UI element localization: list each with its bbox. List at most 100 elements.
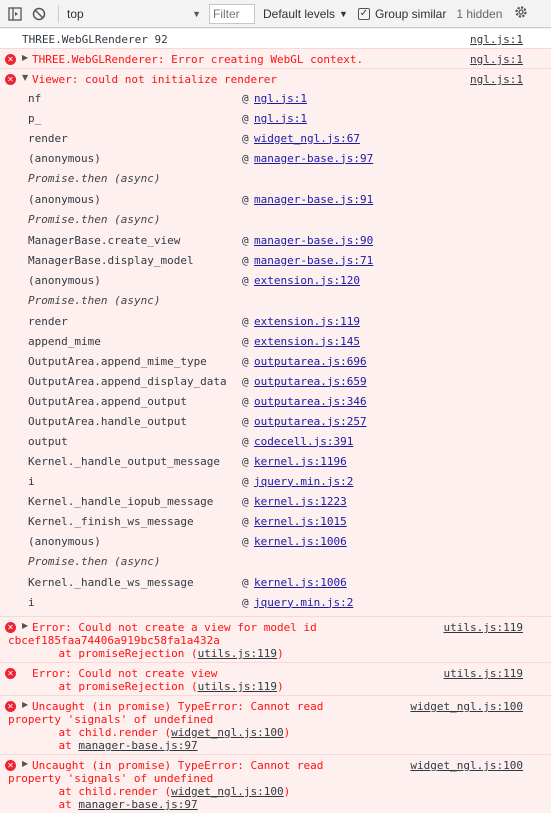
- at-symbol: @: [242, 374, 249, 388]
- source-link[interactable]: ngl.js:1: [470, 73, 523, 86]
- frame-location-link[interactable]: manager-base.js:90: [254, 234, 373, 247]
- frame-location-link[interactable]: kernel.js:1006: [254, 576, 347, 589]
- expand-triangle-icon[interactable]: ▶: [22, 621, 28, 630]
- stack-link[interactable]: widget_ngl.js:100: [171, 726, 284, 739]
- frame-location-link[interactable]: jquery.min.js:2: [254, 596, 353, 609]
- console-toolbar: top ▼ Default levels ▼ ✓ Group similar 1…: [0, 0, 551, 28]
- frame-location-link[interactable]: outputarea.js:257: [254, 415, 367, 428]
- stack-suffix: ): [277, 647, 284, 660]
- error-row: ✕ ▶ Uncaught (in promise) TypeError: Can…: [0, 695, 551, 754]
- frame-location-link[interactable]: ngl.js:1: [254, 92, 307, 105]
- frame-location-link[interactable]: extension.js:145: [254, 335, 360, 348]
- clear-console-icon[interactable]: [30, 5, 48, 23]
- frame-location-link[interactable]: outputarea.js:659: [254, 375, 367, 388]
- expand-triangle-icon[interactable]: ▶: [22, 700, 28, 709]
- log-message: THREE.WebGLRenderer 92: [22, 33, 168, 46]
- frame-location-link[interactable]: kernel.js:1223: [254, 495, 347, 508]
- error-line: Error: Could not create view: [32, 667, 218, 680]
- at-symbol: @: [242, 192, 249, 206]
- chevron-down-icon: ▼: [339, 8, 348, 19]
- stack-prefix: at promiseRejection (: [32, 647, 198, 660]
- frame-function: (anonymous): [28, 273, 101, 287]
- error-line: cbcef185faa74406a919bc58fa1a432a: [8, 634, 220, 647]
- expand-triangle-icon[interactable]: ▶: [22, 53, 28, 62]
- frame-function: OutputArea.append_mime_type: [28, 354, 207, 368]
- stack-frame: ManagerBase.create_view @ manager-base.js:…: [28, 230, 551, 250]
- frame-function: Kernel._handle_output_message: [28, 454, 221, 468]
- frame-function: (anonymous): [28, 192, 101, 206]
- error-icon: ✕: [5, 760, 16, 771]
- stack-frame: i @ jquery.min.js:2: [28, 471, 551, 491]
- frame-location-link[interactable]: outputarea.js:346: [254, 395, 367, 408]
- log-row: THREE.WebGLRenderer 92 ngl.js:1: [0, 28, 551, 48]
- frame-location-link[interactable]: extension.js:120: [254, 274, 360, 287]
- toolbar-divider: [58, 4, 59, 23]
- frame-function: OutputArea.handle_output: [28, 414, 187, 428]
- context-selector[interactable]: top ▼: [67, 7, 207, 21]
- log-levels-dropdown[interactable]: Default levels ▼: [263, 7, 348, 21]
- at-symbol: @: [242, 334, 249, 348]
- frame-function: render: [28, 314, 68, 328]
- frame-location-link[interactable]: ngl.js:1: [254, 112, 307, 125]
- frame-location-link[interactable]: jquery.min.js:2: [254, 475, 353, 488]
- frame-location-link[interactable]: manager-base.js:97: [254, 152, 373, 165]
- frame-location-link[interactable]: kernel.js:1015: [254, 515, 347, 528]
- stack-frame: Kernel._handle_output_message @ kernel.js:…: [28, 451, 551, 471]
- checkbox-checked-icon[interactable]: ✓: [357, 7, 370, 20]
- stack-frame: render @ widget_ngl.js:67: [28, 128, 551, 148]
- error-icon: ✕: [5, 74, 16, 85]
- at-symbol: @: [242, 534, 249, 548]
- at-symbol: @: [242, 454, 249, 468]
- stack-link[interactable]: manager-base.js:97: [78, 798, 197, 811]
- frame-location-link[interactable]: extension.js:119: [254, 315, 360, 328]
- sidebar-toggle-icon[interactable]: [6, 5, 24, 23]
- stack-frame: OutputArea.handle_output @ outputarea.js:2…: [28, 411, 551, 431]
- frame-location-link[interactable]: manager-base.js:71: [254, 254, 373, 267]
- error-line: property 'signals' of undefined: [8, 713, 214, 726]
- source-link[interactable]: widget_ngl.js:100: [410, 759, 523, 772]
- stack-prefix: at child.render (: [32, 785, 172, 798]
- source-link[interactable]: utils.js:119: [444, 621, 523, 634]
- at-symbol: @: [242, 151, 249, 165]
- stack-frame: (anonymous) @ manager-base.js:91: [28, 189, 551, 209]
- frame-location-link[interactable]: outputarea.js:696: [254, 355, 367, 368]
- collapse-triangle-icon[interactable]: ▼: [22, 73, 28, 82]
- frame-location-link[interactable]: manager-base.js:91: [254, 193, 373, 206]
- async-separator: Promise.then (async): [28, 213, 161, 226]
- at-symbol: @: [242, 474, 249, 488]
- frame-location-link[interactable]: codecell.js:391: [254, 435, 353, 448]
- async-separator: Promise.then (async): [28, 172, 161, 185]
- stack-link[interactable]: manager-base.js:97: [78, 739, 197, 752]
- stack-prefix: at: [32, 739, 79, 752]
- at-symbol: @: [242, 514, 249, 528]
- stack-link[interactable]: utils.js:119: [198, 680, 277, 693]
- error-icon: ✕: [5, 668, 16, 679]
- frame-function: render: [28, 131, 68, 145]
- stack-frame: Kernel._finish_ws_message @ kernel.js:1015: [28, 511, 551, 531]
- frame-location-link[interactable]: kernel.js:1196: [254, 455, 347, 468]
- group-similar-toggle[interactable]: ✓ Group similar: [357, 7, 446, 21]
- stack-link[interactable]: widget_ngl.js:100: [171, 785, 284, 798]
- stack-frame: Kernel._handle_ws_message @ kernel.js:1006: [28, 572, 551, 592]
- context-label: top: [67, 6, 84, 21]
- error-row: ✕ Error: Could not create view at promis…: [0, 662, 551, 695]
- filter-input[interactable]: [209, 3, 255, 24]
- frame-function: OutputArea.append_display_data: [28, 374, 227, 388]
- frame-function: Kernel._finish_ws_message: [28, 514, 194, 528]
- stack-link[interactable]: utils.js:119: [198, 647, 277, 660]
- gear-icon[interactable]: [514, 5, 528, 22]
- at-symbol: @: [242, 354, 249, 368]
- source-link[interactable]: ngl.js:1: [470, 33, 523, 46]
- frame-location-link[interactable]: kernel.js:1006: [254, 535, 347, 548]
- error-message: THREE.WebGLRenderer: Error creating WebG…: [32, 53, 364, 66]
- at-symbol: @: [242, 314, 249, 328]
- source-link[interactable]: utils.js:119: [444, 667, 523, 680]
- at-symbol: @: [242, 494, 249, 508]
- stack-prefix: at: [32, 798, 79, 811]
- source-link[interactable]: widget_ngl.js:100: [410, 700, 523, 713]
- stack-prefix: at promiseRejection (: [32, 680, 198, 693]
- expand-triangle-icon[interactable]: ▶: [22, 759, 28, 768]
- source-link[interactable]: ngl.js:1: [470, 53, 523, 66]
- stack-frame: OutputArea.append_output @ outputarea.js:3…: [28, 391, 551, 411]
- frame-location-link[interactable]: widget_ngl.js:67: [254, 132, 360, 145]
